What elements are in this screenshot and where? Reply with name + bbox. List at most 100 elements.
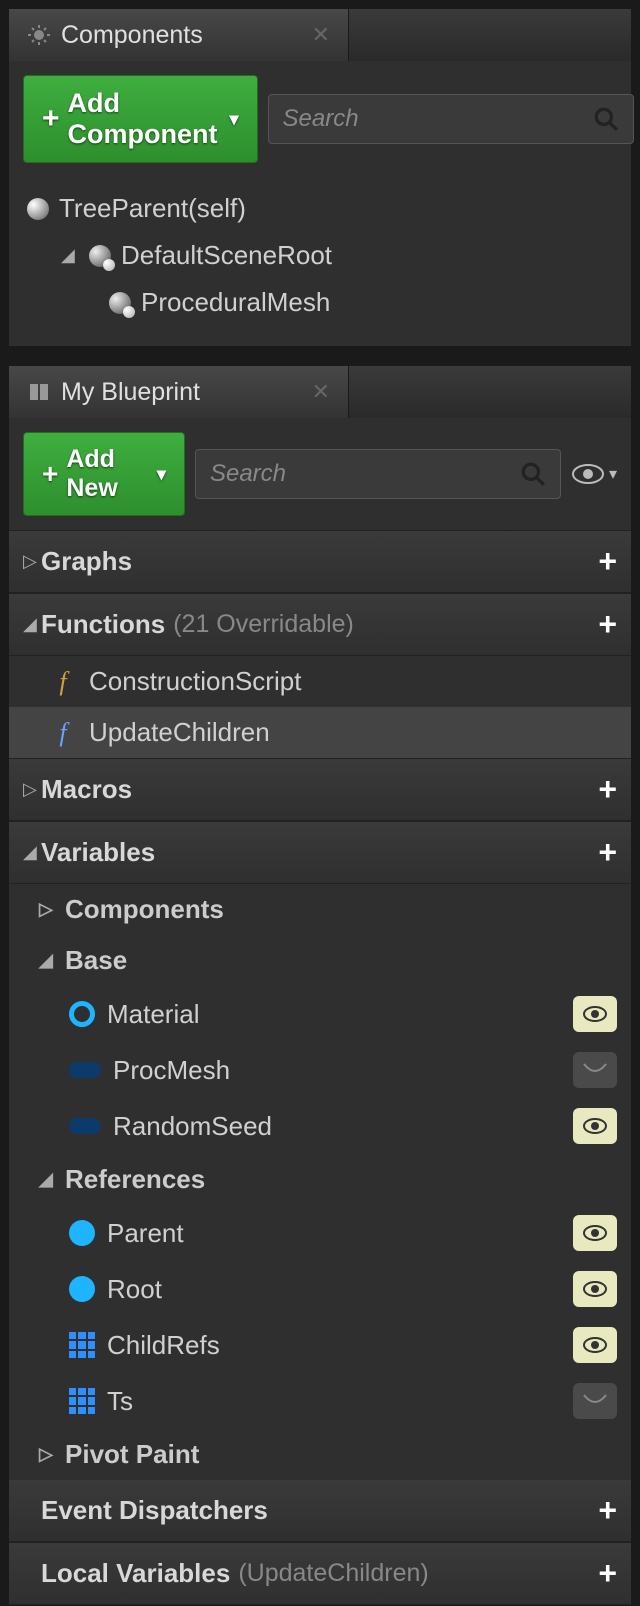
search-icon: [593, 106, 619, 132]
add-component-button[interactable]: + Add Component ▾: [23, 75, 258, 163]
visibility-toggle[interactable]: [573, 1327, 617, 1363]
actor-icon: [27, 198, 49, 220]
int-var-icon: [69, 1062, 101, 1078]
tree-root-label: TreeParent(self): [59, 193, 246, 224]
add-macro-button[interactable]: +: [598, 771, 617, 808]
var-ts[interactable]: Ts: [9, 1373, 631, 1429]
locals-label: Local Variables: [41, 1558, 230, 1589]
graphs-header[interactable]: ▷ Graphs +: [9, 530, 631, 593]
locals-sub: (UpdateChildren): [238, 1559, 428, 1588]
blueprint-tab-label: My Blueprint: [61, 378, 200, 407]
var-label: Ts: [107, 1386, 133, 1417]
category-references[interactable]: ◢ References: [9, 1154, 631, 1205]
visibility-toggle[interactable]: [573, 1052, 617, 1088]
function-label: UpdateChildren: [89, 717, 270, 748]
blueprint-toolbar: + Add New ▾ ▾: [9, 418, 631, 530]
add-dispatcher-button[interactable]: +: [598, 1492, 617, 1529]
functions-header[interactable]: ◢ Functions (21 Overridable) +: [9, 593, 631, 656]
close-icon[interactable]: ✕: [312, 379, 330, 405]
add-local-button[interactable]: +: [598, 1555, 617, 1592]
array-var-icon: [69, 1388, 95, 1414]
category-label: Base: [65, 945, 127, 976]
tree-scene-root-label: DefaultSceneRoot: [121, 240, 332, 271]
locals-header[interactable]: ▷ Local Variables (UpdateChildren) +: [9, 1542, 631, 1605]
scene-component-icon: [89, 245, 111, 267]
visibility-toggle[interactable]: [573, 1271, 617, 1307]
expand-icon[interactable]: ▷: [39, 899, 57, 920]
components-toolbar: + Add Component ▾: [9, 61, 631, 177]
components-tab[interactable]: Components ✕: [9, 9, 349, 61]
add-component-label: Add Component: [68, 88, 218, 150]
category-label: Pivot Paint: [65, 1439, 199, 1470]
expand-icon[interactable]: ▷: [39, 1444, 57, 1465]
var-root[interactable]: Root: [9, 1261, 631, 1317]
collapse-icon[interactable]: ◢: [23, 614, 41, 635]
object-var-icon: [69, 1001, 95, 1027]
function-updatechildren[interactable]: f UpdateChildren: [9, 707, 631, 758]
add-new-button[interactable]: + Add New ▾: [23, 432, 185, 516]
graphs-label: Graphs: [41, 546, 132, 577]
category-base[interactable]: ◢ Base: [9, 935, 631, 986]
blueprint-tab-bar: My Blueprint ✕: [9, 366, 631, 418]
expand-icon[interactable]: ◢: [61, 245, 79, 266]
var-childrefs[interactable]: ChildRefs: [9, 1317, 631, 1373]
macros-header[interactable]: ▷ Macros +: [9, 758, 631, 821]
var-procmesh[interactable]: ProcMesh: [9, 1042, 631, 1098]
object-var-icon: [69, 1276, 95, 1302]
var-label: Parent: [107, 1218, 184, 1249]
tree-root-item[interactable]: TreeParent(self): [9, 185, 631, 232]
expand-icon[interactable]: ▷: [23, 779, 41, 800]
add-function-button[interactable]: +: [598, 606, 617, 643]
visibility-toggle[interactable]: [573, 996, 617, 1032]
plus-icon: +: [42, 102, 60, 136]
object-var-icon: [69, 1220, 95, 1246]
book-icon: [27, 380, 51, 404]
view-options-button[interactable]: ▾: [571, 463, 617, 485]
visibility-toggle[interactable]: [573, 1108, 617, 1144]
components-search[interactable]: [268, 94, 634, 144]
components-tab-label: Components: [61, 21, 203, 50]
blueprint-search[interactable]: [195, 449, 561, 499]
chevron-down-icon: ▾: [230, 109, 239, 130]
var-parent[interactable]: Parent: [9, 1205, 631, 1261]
chevron-down-icon: ▾: [157, 464, 166, 485]
var-material[interactable]: Material: [9, 986, 631, 1042]
dispatchers-header[interactable]: ▷ Event Dispatchers +: [9, 1480, 631, 1542]
visibility-toggle[interactable]: [573, 1215, 617, 1251]
search-input[interactable]: [283, 105, 593, 133]
search-icon: [520, 461, 546, 487]
blueprint-tab[interactable]: My Blueprint ✕: [9, 366, 349, 418]
collapse-icon[interactable]: ◢: [39, 1169, 57, 1190]
function-icon: f: [49, 667, 77, 697]
tree-procmesh-item[interactable]: ProceduralMesh: [9, 279, 631, 326]
var-label: Material: [107, 999, 199, 1030]
dispatchers-label: Event Dispatchers: [41, 1495, 268, 1526]
functions-label: Functions: [41, 609, 165, 640]
collapse-icon[interactable]: ◢: [39, 950, 57, 971]
blueprint-panel: My Blueprint ✕ + Add New ▾ ▾ ▷ Graphs + …: [8, 365, 632, 1606]
category-label: References: [65, 1164, 205, 1195]
visibility-toggle[interactable]: [573, 1383, 617, 1419]
var-randomseed[interactable]: RandomSeed: [9, 1098, 631, 1154]
close-icon[interactable]: ✕: [312, 22, 330, 48]
function-construction[interactable]: f ConstructionScript: [9, 656, 631, 707]
category-label: Components: [65, 894, 224, 925]
functions-sub: (21 Overridable): [173, 610, 354, 639]
category-components[interactable]: ▷ Components: [9, 884, 631, 935]
add-new-label: Add New: [66, 445, 145, 503]
tree-scene-root-item[interactable]: ◢ DefaultSceneRoot: [9, 232, 631, 279]
components-tab-bar: Components ✕: [9, 9, 631, 61]
components-panel: Components ✕ + Add Component ▾ TreeParen…: [8, 8, 632, 347]
search-input[interactable]: [210, 460, 520, 488]
int-var-icon: [69, 1118, 101, 1134]
add-graph-button[interactable]: +: [598, 543, 617, 580]
eye-icon: [571, 463, 605, 485]
cog-icon: [27, 23, 51, 47]
add-variable-button[interactable]: +: [598, 834, 617, 871]
var-label: ChildRefs: [107, 1330, 220, 1361]
category-pivot[interactable]: ▷ Pivot Paint: [9, 1429, 631, 1480]
variables-header[interactable]: ◢ Variables +: [9, 821, 631, 884]
var-label: RandomSeed: [113, 1111, 272, 1142]
collapse-icon[interactable]: ◢: [23, 842, 41, 863]
expand-icon[interactable]: ▷: [23, 551, 41, 572]
